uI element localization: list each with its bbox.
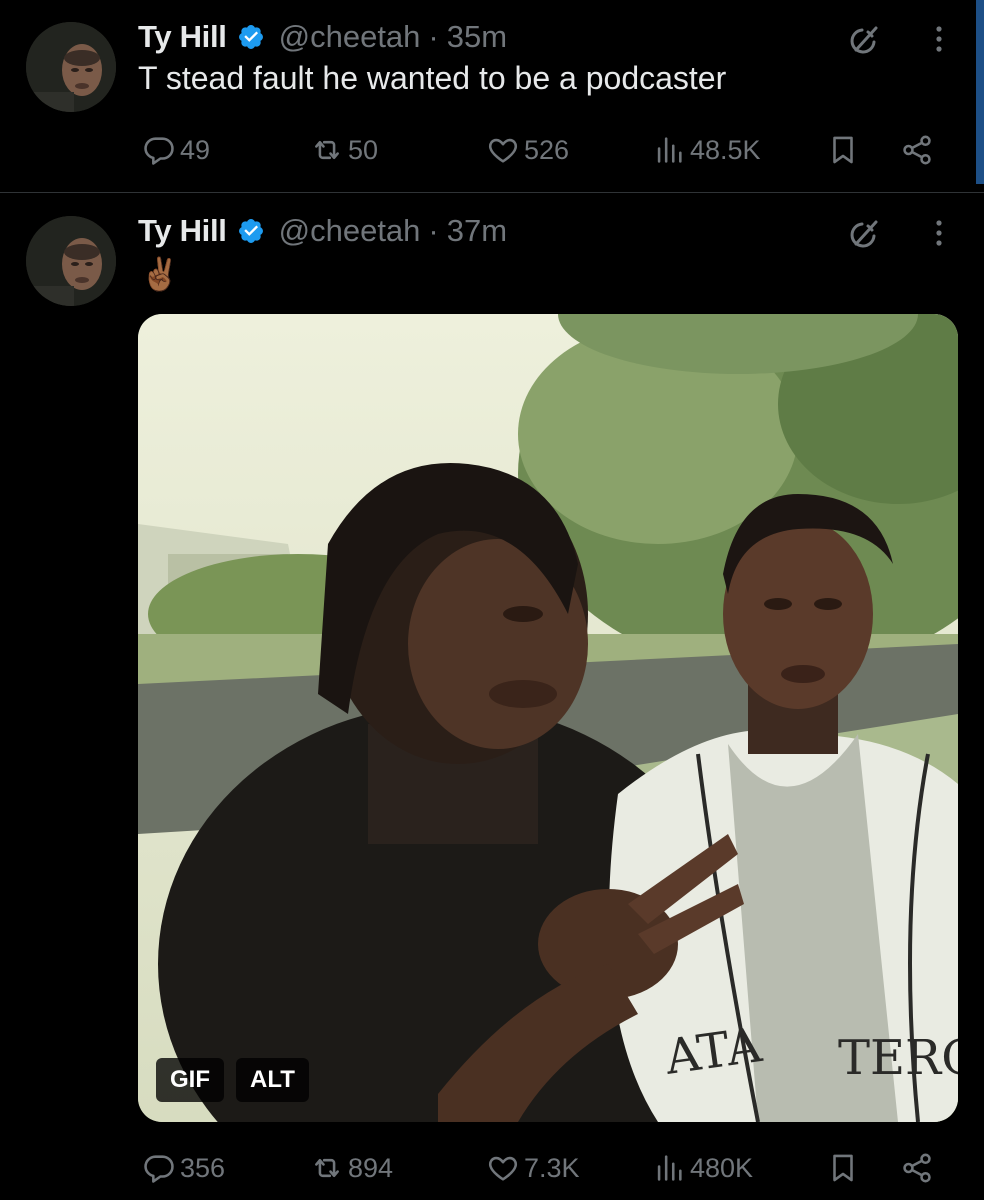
alt-text-button[interactable]: ALT: [236, 1058, 309, 1102]
timestamp[interactable]: 35m: [447, 19, 507, 55]
gif-frame-image: ATA TERO: [138, 314, 958, 1122]
share-icon: [903, 1153, 931, 1183]
grok-icon[interactable]: [848, 216, 882, 250]
views-button[interactable]: 480K: [652, 1146, 753, 1190]
more-dots-icon[interactable]: [930, 22, 948, 56]
like-button[interactable]: 526: [486, 128, 569, 172]
tweet-divider: [0, 192, 984, 193]
tweet-actions: 356 894 7.3K 480K: [138, 1146, 944, 1190]
reply-icon: [144, 137, 174, 165]
heart-icon: [488, 1156, 518, 1181]
view-count: 480K: [690, 1152, 754, 1183]
views-icon: [657, 1155, 682, 1181]
tweet-text: ✌🏾: [140, 256, 180, 292]
repost-button[interactable]: 894: [310, 1146, 393, 1190]
views-button[interactable]: 48.5K: [652, 128, 761, 172]
avatar-image: [26, 22, 116, 112]
like-count: 526: [524, 134, 570, 165]
bookmark-icon: [833, 1154, 853, 1182]
separator-dot: ·: [428, 19, 439, 54]
tweet-text: T stead fault he wanted to be a podcaste…: [138, 60, 727, 96]
reply-icon: [144, 1155, 174, 1183]
like-count: 7.3K: [524, 1152, 580, 1183]
avatar[interactable]: [26, 216, 116, 306]
repost-count: 50: [348, 134, 379, 165]
verified-badge-icon: [237, 217, 265, 245]
verified-badge-icon: [237, 23, 265, 51]
share-button[interactable]: [900, 128, 934, 172]
svg-text:TERO: TERO: [838, 1030, 958, 1086]
tweet-header: Ty Hill @cheetah · 37m: [138, 211, 507, 251]
grok-icon[interactable]: [848, 22, 882, 56]
timestamp[interactable]: 37m: [447, 213, 507, 249]
gif-badge: GIF: [156, 1058, 224, 1102]
display-name[interactable]: Ty Hill: [138, 19, 227, 55]
avatar-image: [26, 216, 116, 306]
more-dots-icon[interactable]: [930, 216, 948, 250]
view-count: 48.5K: [690, 134, 761, 165]
share-icon: [903, 135, 931, 165]
separator-dot: ·: [428, 213, 439, 248]
repost-icon: [315, 1158, 339, 1178]
reply-button[interactable]: 49: [142, 128, 210, 172]
bookmark-icon: [833, 136, 853, 164]
share-button[interactable]: [900, 1146, 934, 1190]
heart-icon: [488, 138, 518, 163]
repost-button[interactable]: 50: [310, 128, 378, 172]
repost-icon: [315, 140, 339, 160]
views-icon: [657, 137, 682, 163]
tweet-actions: 49 50 526 48.5K: [138, 128, 944, 172]
tweet[interactable]: Ty Hill @cheetah · 37m ✌🏾 ATA TER GIF AL…: [0, 194, 984, 1200]
gif-media[interactable]: ATA TERO GIF ALT: [138, 314, 958, 1122]
avatar[interactable]: [26, 22, 116, 112]
handle[interactable]: @cheetah: [279, 213, 421, 249]
handle[interactable]: @cheetah: [279, 19, 421, 55]
repost-count: 894: [348, 1152, 394, 1183]
like-button[interactable]: 7.3K: [486, 1146, 580, 1190]
bookmark-button[interactable]: [826, 128, 860, 172]
display-name[interactable]: Ty Hill: [138, 213, 227, 249]
reply-count: 356: [180, 1152, 226, 1183]
tweet-header: Ty Hill @cheetah · 35m: [138, 17, 507, 57]
reply-button[interactable]: 356: [142, 1146, 225, 1190]
tweet[interactable]: Ty Hill @cheetah · 35m T stead fault he …: [0, 0, 984, 192]
reply-count: 49: [180, 134, 211, 165]
bookmark-button[interactable]: [826, 1146, 860, 1190]
